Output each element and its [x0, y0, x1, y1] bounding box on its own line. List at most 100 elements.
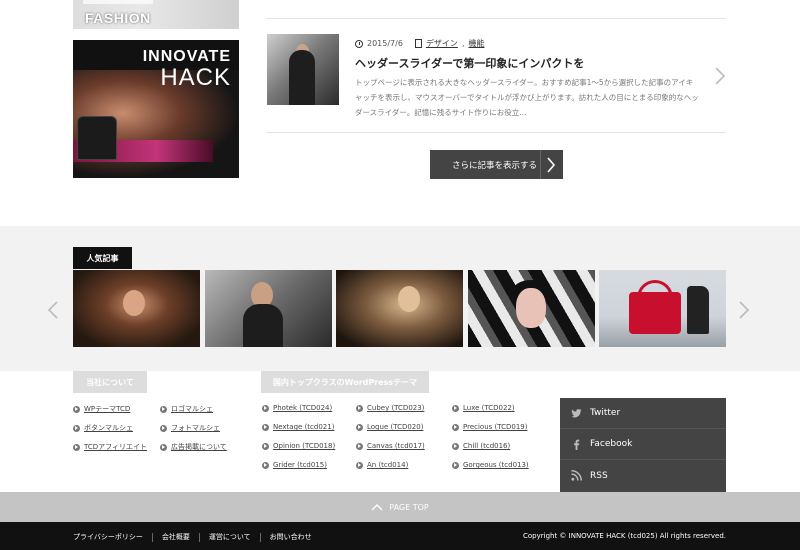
- footer-nav-operation[interactable]: 運営について: [200, 532, 260, 542]
- about-widget-title: 当社について: [73, 371, 147, 393]
- category-icon: [414, 39, 422, 48]
- footer-link[interactable]: フォトマルシェ: [160, 423, 220, 433]
- chevron-up-icon: [371, 503, 383, 510]
- chevron-left-icon[interactable]: [47, 300, 59, 320]
- footer-link-label: WPテーマTCD: [84, 405, 131, 413]
- divider: [266, 18, 726, 19]
- rss-icon: [571, 470, 582, 481]
- popular-post-thumbnail[interactable]: [599, 270, 726, 347]
- arrow-circle-icon: [73, 405, 80, 413]
- theme-link[interactable]: Luxe (TCD022): [452, 404, 515, 412]
- clock-icon: [355, 39, 363, 48]
- arrow-circle-icon: [356, 404, 363, 412]
- fashion-banner-text: FASHION: [85, 10, 151, 26]
- thumb-figure: [243, 304, 283, 347]
- post-meta: 2015/7/6 デザイン, 機能: [355, 38, 484, 49]
- thumb-shoe: [687, 286, 709, 334]
- footer-link-label: ボタンマルシェ: [84, 424, 133, 432]
- arrow-circle-icon: [160, 405, 167, 413]
- footer-link-label: 広告掲載について: [171, 443, 227, 451]
- load-more-button[interactable]: さらに記事を表示する: [430, 150, 563, 179]
- banner-title-line2: HACK: [160, 64, 231, 91]
- facebook-icon: [574, 439, 580, 450]
- theme-link[interactable]: An (tcd014): [356, 461, 408, 469]
- arrow-circle-icon: [452, 404, 459, 412]
- footer-link[interactable]: WPテーマTCD: [73, 404, 130, 414]
- category-link-design[interactable]: デザイン: [426, 38, 458, 49]
- footer-link[interactable]: TCDアフィリエイト: [73, 442, 147, 452]
- arrow-circle-icon: [73, 424, 80, 432]
- thumb-figure: [289, 50, 315, 105]
- twitter-icon: [571, 409, 582, 418]
- copyright: Copyright © INNOVATE HACK (tcd025) All r…: [522, 532, 726, 540]
- footer-link[interactable]: ボタンマルシェ: [73, 423, 133, 433]
- page-top-label: PAGE TOP: [389, 502, 429, 512]
- post-date: 2015/7/6: [367, 39, 403, 48]
- innovate-hack-banner[interactable]: INNOVATE HACK: [73, 40, 239, 178]
- theme-link-label: Grider (tcd015): [273, 461, 327, 469]
- page-top-button[interactable]: PAGE TOP: [0, 492, 800, 522]
- theme-link[interactable]: Cubey (TCD023): [356, 404, 424, 412]
- theme-link[interactable]: Precious (TCD019): [452, 423, 527, 431]
- category-link-feature[interactable]: 機能: [468, 38, 484, 49]
- button-separator: [540, 150, 541, 179]
- facebook-link[interactable]: Facebook: [560, 429, 726, 460]
- post-thumbnail[interactable]: [267, 34, 339, 105]
- theme-link[interactable]: Gorgeous (tcd013): [452, 461, 529, 469]
- banner-bag: [77, 116, 117, 160]
- rss-label: RSS: [590, 470, 608, 481]
- chevron-right-icon[interactable]: [738, 300, 750, 320]
- social-links-panel: Twitter Facebook RSS: [560, 398, 726, 492]
- popular-post-thumbnail[interactable]: [73, 270, 200, 347]
- arrow-circle-icon: [356, 461, 363, 469]
- popular-post-thumbnail[interactable]: [336, 270, 463, 347]
- arrow-circle-icon: [262, 461, 269, 469]
- post-title[interactable]: ヘッダースライダーで第一印象にインパクトを: [355, 55, 584, 71]
- arrow-circle-icon: [356, 442, 363, 450]
- footer-nav-privacy[interactable]: プライバシーポリシー: [73, 532, 152, 542]
- twitter-link[interactable]: Twitter: [560, 398, 726, 429]
- arrow-circle-icon: [160, 443, 167, 451]
- facebook-label: Facebook: [590, 439, 633, 449]
- theme-link[interactable]: Photek (TCD024): [262, 404, 332, 412]
- arrow-circle-icon: [73, 443, 80, 451]
- fashion-banner[interactable]: FASHION: [73, 0, 239, 29]
- popular-post-thumbnail[interactable]: [205, 270, 332, 347]
- themes-widget-title: 国内トップクラスのWordPressテーマ: [261, 371, 429, 393]
- theme-link-label: Gorgeous (tcd013): [463, 461, 529, 469]
- post-excerpt: トップページに表示される大きなヘッダースライダー。おすすめ記事1～5から選択した…: [355, 78, 699, 117]
- thumb-face: [516, 288, 546, 328]
- theme-link[interactable]: Canvas (tcd017): [356, 442, 425, 450]
- theme-link-label: Logue (TCD020): [367, 423, 424, 431]
- footer-link-label: フォトマルシェ: [171, 424, 220, 432]
- chevron-right-icon[interactable]: [714, 66, 726, 86]
- load-more-label: さらに記事を表示する: [452, 160, 538, 171]
- arrow-circle-icon: [452, 461, 459, 469]
- theme-link[interactable]: Grider (tcd015): [262, 461, 327, 469]
- arrow-circle-icon: [262, 442, 269, 450]
- arrow-circle-icon: [160, 424, 167, 432]
- arrow-circle-icon: [262, 423, 269, 431]
- footer-nav-contact[interactable]: お問い合わせ: [261, 532, 321, 542]
- category-sep: ,: [461, 39, 465, 48]
- theme-link[interactable]: Logue (TCD020): [356, 423, 423, 431]
- theme-link-label: Precious (TCD019): [463, 423, 528, 431]
- theme-link[interactable]: Opinion (TCD018): [262, 442, 335, 450]
- footer-link[interactable]: 広告掲載について: [160, 442, 227, 452]
- footer-nav: プライバシーポリシー 会社概要 運営について お問い合わせ: [73, 532, 321, 542]
- thumb-face: [123, 290, 145, 316]
- theme-link[interactable]: Nextage (tcd021): [262, 423, 334, 431]
- theme-link[interactable]: Chill (tcd016): [452, 442, 510, 450]
- footer-link-label: TCDアフィリエイト: [84, 443, 148, 451]
- theme-link-label: An (tcd014): [367, 461, 409, 469]
- theme-link-label: Chill (tcd016): [463, 442, 511, 450]
- theme-link-label: Cubey (TCD023): [367, 404, 425, 412]
- popular-posts-label: 人気記事: [73, 247, 132, 269]
- arrow-circle-icon: [452, 442, 459, 450]
- rss-link[interactable]: RSS: [560, 460, 726, 491]
- footer-nav-company[interactable]: 会社概要: [153, 532, 199, 542]
- chevron-right-icon: [547, 157, 556, 173]
- footer-link[interactable]: ロゴマルシェ: [160, 404, 213, 414]
- popular-post-thumbnail[interactable]: [468, 270, 595, 347]
- arrow-circle-icon: [356, 423, 363, 431]
